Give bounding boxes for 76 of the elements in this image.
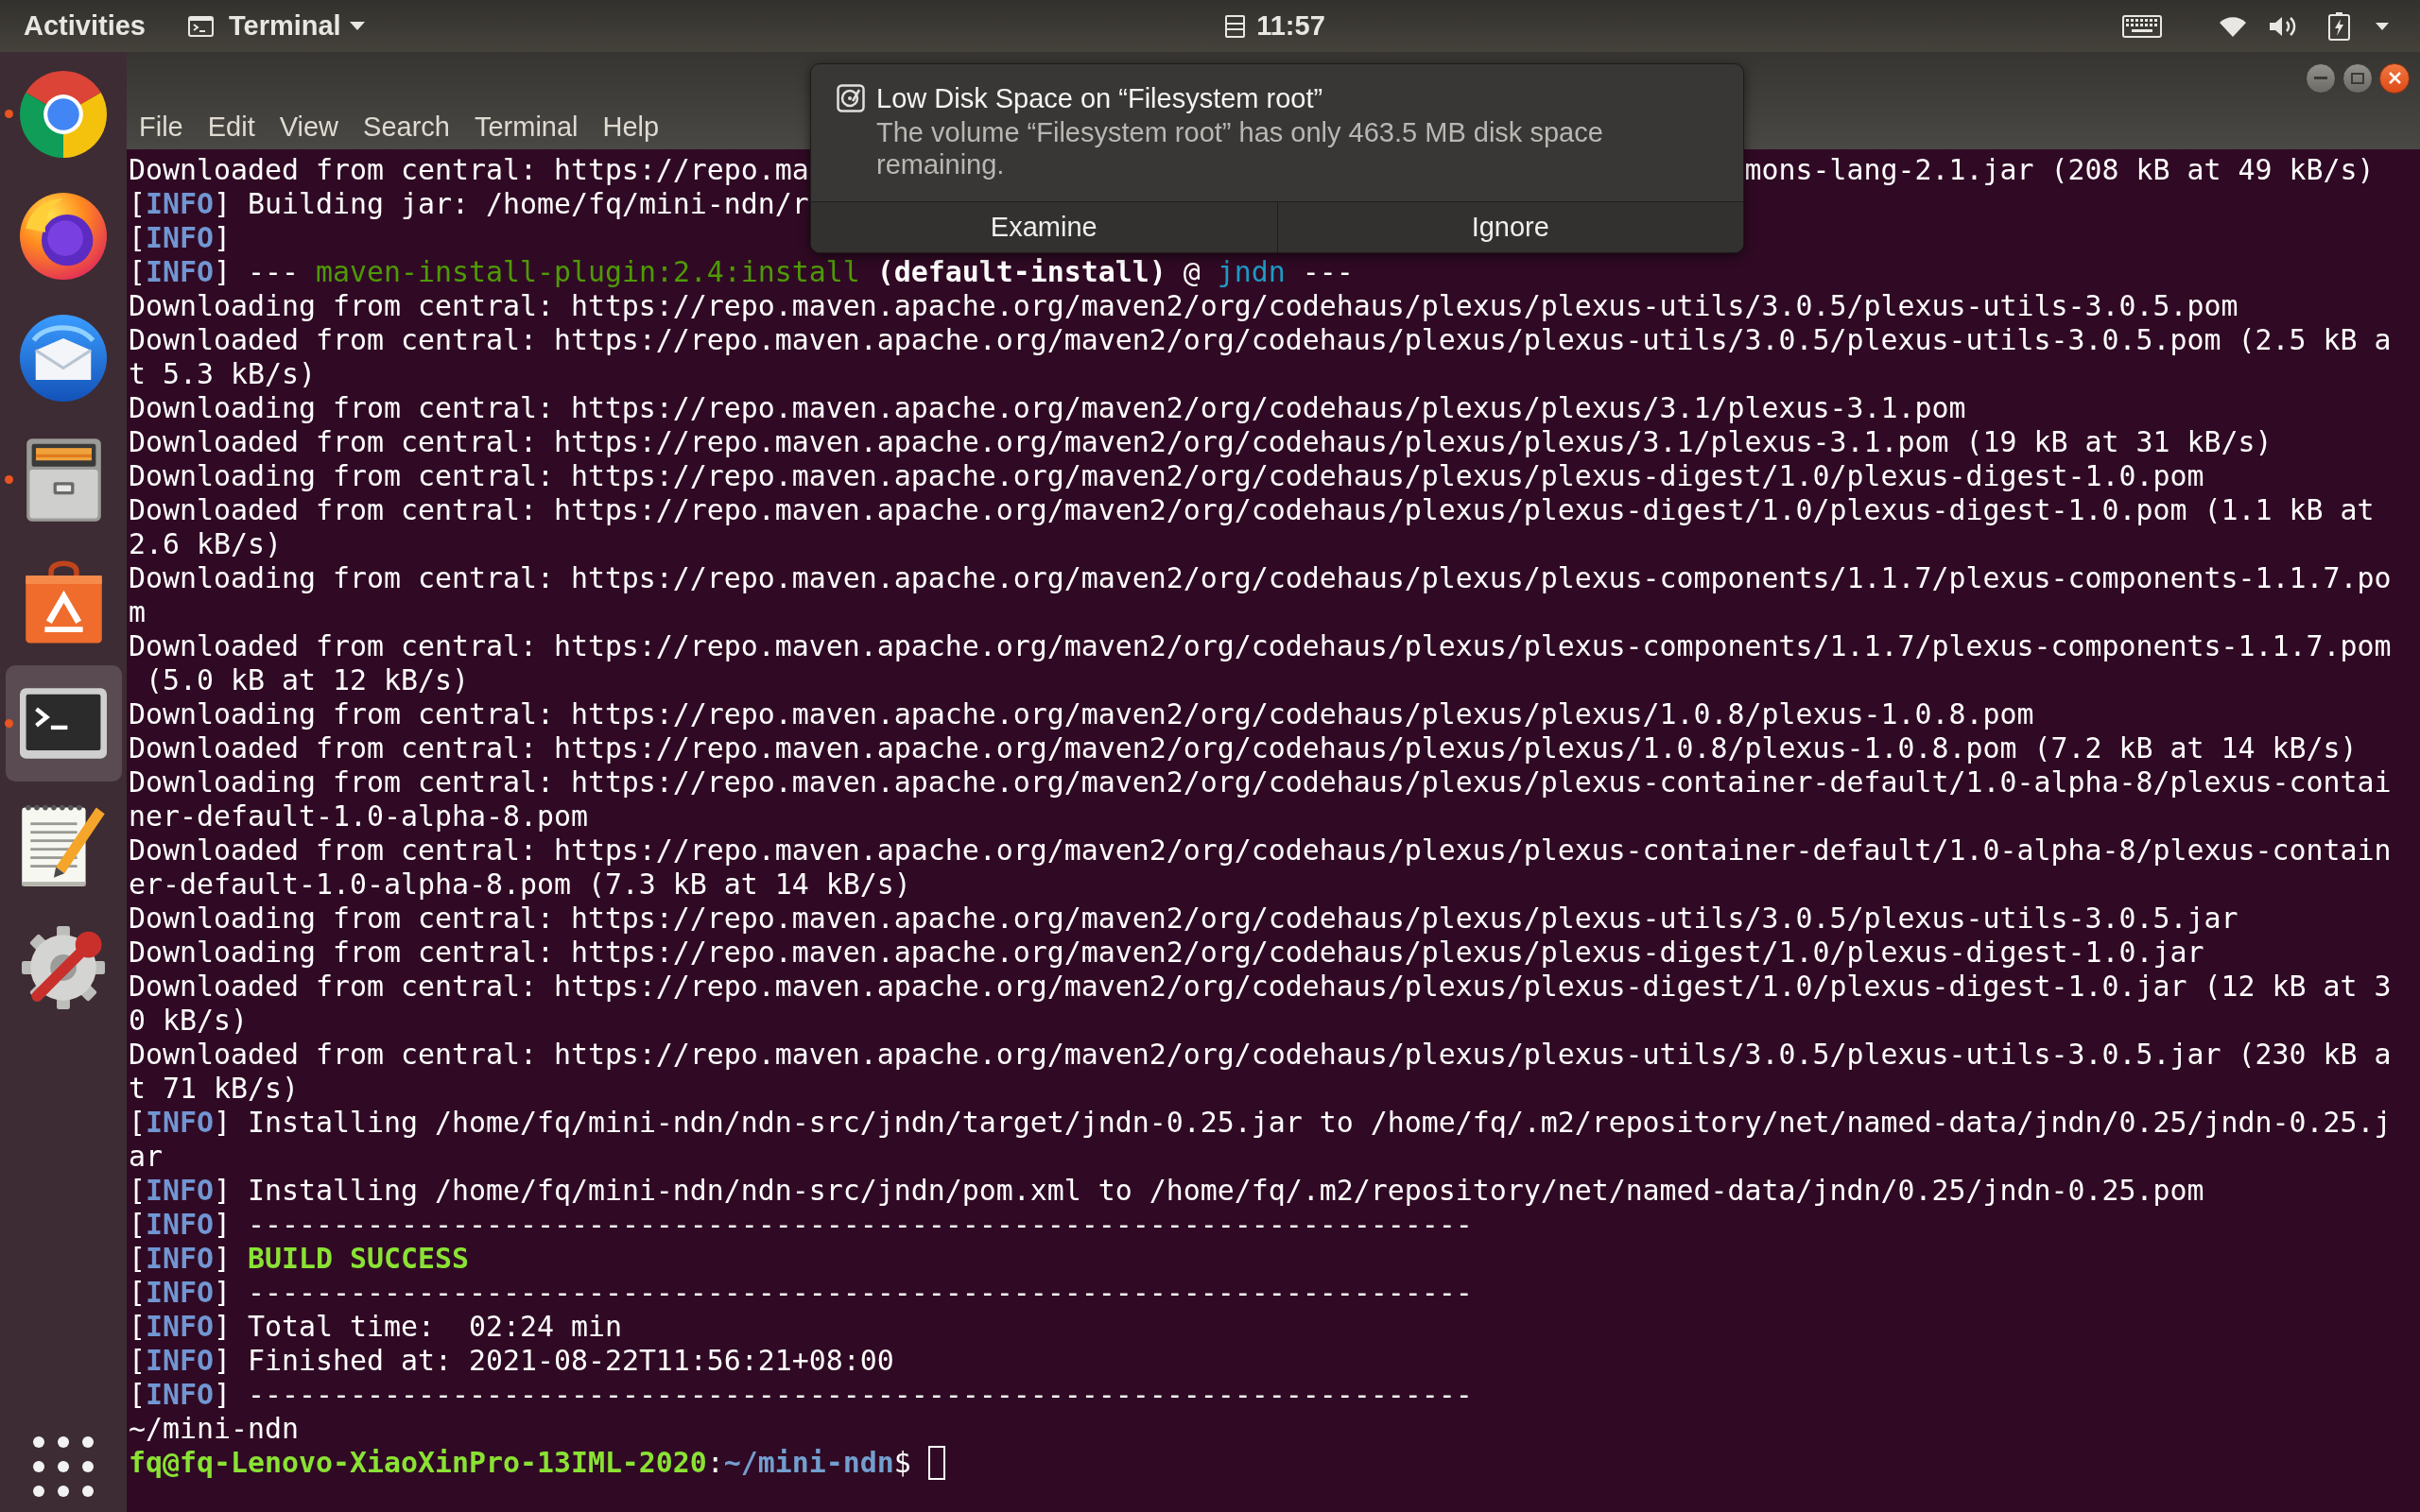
menu-item[interactable]: Terminal [461, 104, 591, 149]
caret-icon[interactable] [2376, 22, 2389, 30]
terminal-line: [INFO] [129, 221, 231, 255]
terminal-line: Downloading from central: https://repo.maven.apache.org/maven2/org/codehaus/plexus/plexus-components/1.1.7/plexus-components-1.1.7.po [129, 561, 2392, 595]
clock-button[interactable]: 11:57 [1225, 0, 1325, 52]
terminal-line: Downloaded from central: https://repo.maven.apache.org/maven2/org/codehaus/plexus/plexus-utils/3.0.5/plexus-utils-3.0.5.jar (230 kB a [129, 1038, 2392, 1072]
terminal-line: (5.0 kB at 12 kB/s) [145, 663, 469, 697]
terminal-line: t 5.3 kB/s) [129, 357, 316, 391]
close-button[interactable] [2379, 62, 2410, 94]
terminal-line: Downloading from central: https://repo.maven.apache.org/maven2/org/codehaus/plexus/plexus/1.0.8/plexus-1.0.8.pom [129, 697, 2034, 731]
keyboard-icon[interactable] [2122, 14, 2162, 38]
mail-icon [20, 314, 107, 402]
terminal-line: m [129, 595, 146, 629]
notification-action-button[interactable]: Examine [811, 202, 1277, 252]
dock-item[interactable] [5, 665, 122, 782]
terminal-line: mons-lang-2.1.jar (208 kB at 49 kB/s) [1744, 153, 2375, 187]
notification-action-button[interactable]: Ignore [1276, 202, 1743, 252]
terminal-line: [INFO] ------------------------------------------------------------------------ [129, 1276, 1473, 1310]
menu-item[interactable]: View [267, 104, 352, 149]
maximize-icon [2351, 72, 2364, 84]
terminal-line: [INFO] BUILD SUCCESS [129, 1242, 469, 1276]
terminal-line: Downloading from central: https://repo.maven.apache.org/maven2/org/codehaus/plexus/plexus/3.1/plexus-3.1.pom [129, 391, 1966, 425]
menu-item[interactable]: File [127, 104, 196, 149]
minimize-button[interactable] [2306, 62, 2336, 94]
terminal-line: Downloaded from central: https://repo.ma [129, 153, 809, 187]
terminal-icon [187, 15, 214, 37]
menu-item[interactable]: Help [590, 104, 672, 149]
terminal-line: Downloading from central: https://repo.maven.apache.org/maven2/org/codehaus/plexus/plexus-digest/1.0/plexus-digest-1.0.pom [129, 459, 2204, 493]
app-grid-icon [33, 1436, 94, 1497]
terminal-line: Downloading from central: https://repo.maven.apache.org/maven2/org/codehaus/plexus/plexus-utils/3.0.5/plexus-utils-3.0.5.pom [129, 289, 2238, 323]
app-menu-button[interactable]: Terminal [177, 0, 375, 52]
close-icon [2388, 72, 2401, 84]
shopping-bag-icon [23, 558, 104, 645]
maximize-button[interactable] [2342, 62, 2373, 94]
terminal-line: ~/mini-ndn [129, 1412, 299, 1446]
terminal-line: Downloaded from central: https://repo.maven.apache.org/maven2/org/codehaus/plexus/plexus-components/1.1.7/plexus-components-1.1.7.pom [129, 629, 2392, 663]
prompt-text: fq@fq-Lenovo-XiaoXinPro-13IML-2020:~/mini-ndn$ [129, 1446, 911, 1480]
terminal-line: Downloaded from central: https://repo.maven.apache.org/maven2/org/codehaus/plexus/plexus-container-default/1.0-alpha-8/plexus-contain [129, 833, 2392, 868]
caret-icon [349, 22, 365, 30]
terminal-line: [INFO] ------------------------------------------------------------------------ [129, 1208, 1473, 1242]
terminal-line: Downloaded from central: https://repo.maven.apache.org/maven2/org/codehaus/plexus/plexus-utils/3.0.5/plexus-utils-3.0.5.pom (2.5 kB a [129, 323, 2392, 357]
activities-button[interactable]: Activities [13, 0, 156, 52]
terminal-line: t 71 kB/s) [129, 1072, 299, 1106]
flame-globe-icon [20, 192, 107, 280]
wifi-icon[interactable] [2220, 15, 2246, 37]
gear-wrench-icon [22, 925, 105, 1009]
terminal-line: 2.6 kB/s) [129, 527, 282, 561]
terminal-line: [INFO] Installing /home/fq/mini-ndn/ndn-src/jndn/pom.xml to /home/fq/.m2/repository/net/named-data/jndn/0.25/jndn-0.25.pom [129, 1174, 2204, 1208]
battery-icon[interactable] [2328, 11, 2350, 41]
terminal-line: [INFO] Finished at: 2021-08-22T11:56:21+08:00 [129, 1344, 894, 1378]
terminal-line: 0 kB/s) [129, 1004, 248, 1038]
terminal-line: Downloaded from central: https://repo.maven.apache.org/maven2/org/codehaus/plexus/plexus-digest/1.0/plexus-digest-1.0.jar (12 kB at 3 [129, 970, 2392, 1004]
terminal-line: [INFO] Installing /home/fq/mini-ndn/ndn-src/jndn/target/jndn-0.25.jar to /home/fq/.m2/repository/net/named-data/jndn/0.25/jndn-0.25.j [129, 1106, 2392, 1140]
terminal-line: [INFO] --- maven-install-plugin:2.4:install (default-install) @ jndn --- [129, 255, 1354, 289]
notification-message: The volume “Filesystem root” has only 463.5 MB disk space remaining. [876, 116, 1604, 180]
terminal-line: Downloaded from central: https://repo.maven.apache.org/maven2/org/codehaus/plexus/plexus/1.0.8/plexus-1.0.8.pom (7.2 kB at 14 kB/s) [129, 731, 2358, 765]
notification-title: Low Disk Space on “Filesystem root” [876, 82, 1324, 114]
file-cabinet-icon [24, 436, 103, 524]
terminal-line: Downloading from central: https://repo.maven.apache.org/maven2/org/codehaus/plexus/plexus-digest/1.0/plexus-digest-1.0.jar [129, 936, 2204, 970]
terminal-line: ar [129, 1140, 163, 1174]
terminal-line: Downloading from central: https://repo.maven.apache.org/maven2/org/codehaus/plexus/plexus-utils/3.0.5/plexus-utils-3.0.5.jar [129, 902, 2238, 936]
terminal-line: Downloading from central: https://repo.maven.apache.org/maven2/org/codehaus/plexus/plexus-container-default/1.0-alpha-8/plexus-contai [129, 765, 2392, 799]
terminal-line: [INFO] ------------------------------------------------------------------------ [129, 1378, 1473, 1412]
menu-item[interactable]: Search [351, 104, 462, 149]
tricolor-ring-icon [20, 70, 107, 158]
terminal-line: Downloaded from central: https://repo.maven.apache.org/maven2/org/codehaus/plexus/plexus/3.1/plexus-3.1.pom (19 kB at 31 kB/s) [129, 425, 2273, 459]
minimize-icon [2314, 77, 2327, 79]
terminal-line: ner-default-1.0-alpha-8.pom [129, 799, 588, 833]
terminal-line: Downloaded from central: https://repo.maven.apache.org/maven2/org/codehaus/plexus/plexus-digest/1.0/plexus-digest-1.0.pom (1.1 kB at [129, 493, 2375, 527]
notification-icon [1225, 14, 1246, 38]
menu-item[interactable]: Edit [195, 104, 268, 149]
terminal-line: [INFO] Total time: 02:24 min [129, 1310, 622, 1344]
terminal-icon [20, 688, 107, 759]
terminal-line: er-default-1.0-alpha-8.pom (7.3 kB at 14 kB/s) [129, 868, 911, 902]
notepad-pencil-icon [20, 802, 107, 888]
terminal-line: [INFO] Building jar: /home/fq/mini-ndn/r [129, 187, 809, 221]
